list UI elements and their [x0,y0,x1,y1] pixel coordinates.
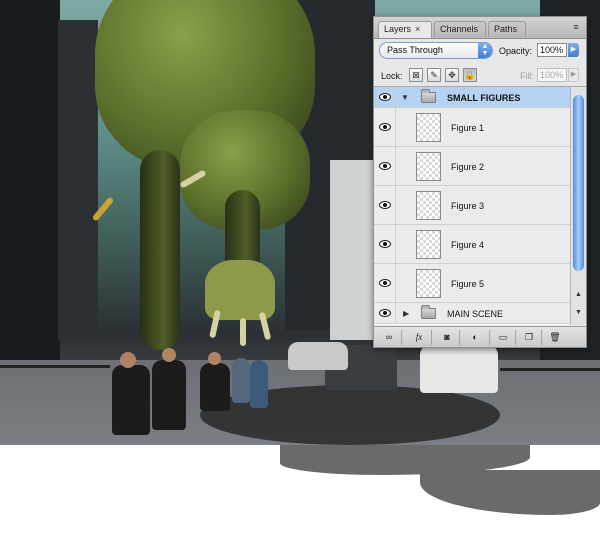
layer-thumbnail [416,269,441,298]
panel-menu-icon[interactable]: ≡ [570,22,582,32]
person-head [208,352,221,365]
layer-figure-1[interactable]: Figure 1 [374,108,570,147]
lock-row: Lock: ⊠ ✎ ✥ 🔒 Fill: 100% ▶ [374,64,586,87]
person [250,360,268,408]
tab-paths-label: Paths [494,24,518,34]
person [200,363,230,411]
layer-figure-5[interactable]: Figure 5 [374,264,570,303]
divider [401,330,402,345]
eye-icon [379,309,391,317]
layer-name: Figure 4 [451,240,485,250]
claw [240,318,246,346]
fill-input[interactable]: 100% [537,68,567,82]
tab-layers[interactable]: Layers × [378,21,432,38]
folder-icon [421,305,436,319]
divider [431,330,432,345]
layer-name: Figure 1 [451,123,485,133]
link-layers-icon[interactable]: ∞ [380,330,398,345]
scrollbar-thumb[interactable] [573,95,584,271]
lock-all-padlock-icon[interactable]: 🔒 [463,68,477,82]
opacity-input[interactable]: 100% [537,43,567,57]
blend-mode-select[interactable]: Pass Through ▲ ▼ [379,42,493,59]
lock-transparency-icon[interactable]: ⊠ [409,68,423,82]
fill-slider-arrow-icon[interactable]: ▶ [568,68,579,82]
panel-footer: ∞ fx ◙ ◐ ▭ ❐ 🗑 [374,326,586,347]
layer-mask-icon[interactable]: ◙ [438,330,456,345]
divider [459,330,460,345]
fill-label: Fill: [520,71,534,81]
car-silver [288,342,348,370]
building-left-2 [58,20,98,340]
person [152,360,186,430]
visibility-toggle[interactable] [374,186,396,224]
opacity-label: Opacity: [499,46,533,56]
layer-group-small-figures[interactable]: ▼ SMALL FIGURES [374,87,570,108]
person [112,365,150,435]
blend-mode-value: Pass Through [387,45,443,55]
visibility-toggle[interactable] [374,303,396,323]
new-layer-icon[interactable]: ❐ [520,330,538,345]
layer-name: Figure 2 [451,162,485,172]
new-group-icon[interactable]: ▭ [494,330,512,345]
lock-image-brush-icon[interactable]: ✎ [427,68,441,82]
layers-list: ▼ SMALL FIGURES Figure 1 Figure 2 Figure… [374,87,570,325]
tab-paths[interactable]: Paths [488,21,526,37]
blend-row: Pass Through ▲ ▼ Opacity: 100% ▶ [374,39,586,63]
layer-thumbnail [416,191,441,220]
layer-thumbnail [416,230,441,259]
layer-figure-2[interactable]: Figure 2 [374,147,570,186]
scroll-up-arrow-icon[interactable]: ▲ [573,287,584,302]
expand-triangle-icon[interactable]: ▼ [401,93,409,102]
fx-icon[interactable]: fx [410,330,428,345]
folder-icon [421,89,436,103]
visibility-toggle[interactable] [374,225,396,263]
building-left [0,0,60,360]
divider [541,330,542,345]
layer-figure-4[interactable]: Figure 4 [374,225,570,264]
visibility-toggle[interactable] [374,87,396,107]
layer-name: MAIN SCENE [447,309,504,319]
layer-figure-3[interactable]: Figure 3 [374,186,570,225]
railing [500,368,600,371]
tab-channels[interactable]: Channels [434,21,486,37]
person-head [162,348,176,362]
collapse-triangle-icon[interactable]: ▶ [403,309,409,318]
divider [489,330,490,345]
tab-layers-label: Layers [384,24,412,34]
eye-icon [379,201,391,209]
tab-channels-label: Channels [440,24,479,34]
panel-tab-bar: Layers × Channels Paths ≡ [374,17,586,39]
layers-panel: Layers × Channels Paths ≡ Pass Through ▲ ▼… [373,16,587,348]
updown-arrows-icon: ▲ ▼ [478,43,492,58]
layer-thumbnail [416,113,441,142]
layer-thumbnail [416,152,441,181]
layer-group-main-scene[interactable]: ▶ MAIN SCENE [374,303,570,324]
dino-leg-left [140,150,180,350]
railing [0,365,110,368]
lower-shadow [420,470,600,515]
eye-icon [379,279,391,287]
trash-icon[interactable]: 🗑 [546,330,564,345]
close-icon[interactable]: × [415,24,420,34]
layer-name: SMALL FIGURES [447,93,521,103]
scroll-down-arrow-icon[interactable]: ▼ [573,305,584,320]
lock-position-move-icon[interactable]: ✥ [445,68,459,82]
visibility-toggle[interactable] [374,108,396,146]
car-white [420,345,498,393]
eye-icon [379,240,391,248]
layer-name: Figure 3 [451,201,485,211]
eye-icon [379,123,391,131]
visibility-toggle[interactable] [374,264,396,302]
adjustment-layer-icon[interactable]: ◐ [466,330,484,345]
person [232,358,250,403]
layers-scrollbar[interactable]: ▲ ▼ [570,87,586,325]
lock-label: Lock: [381,71,403,81]
divider [515,330,516,345]
eye-icon [379,162,391,170]
person-head [120,352,136,368]
layer-name: Figure 5 [451,279,485,289]
opacity-slider-arrow-icon[interactable]: ▶ [568,43,579,57]
eye-icon [379,93,391,101]
visibility-toggle[interactable] [374,147,396,185]
